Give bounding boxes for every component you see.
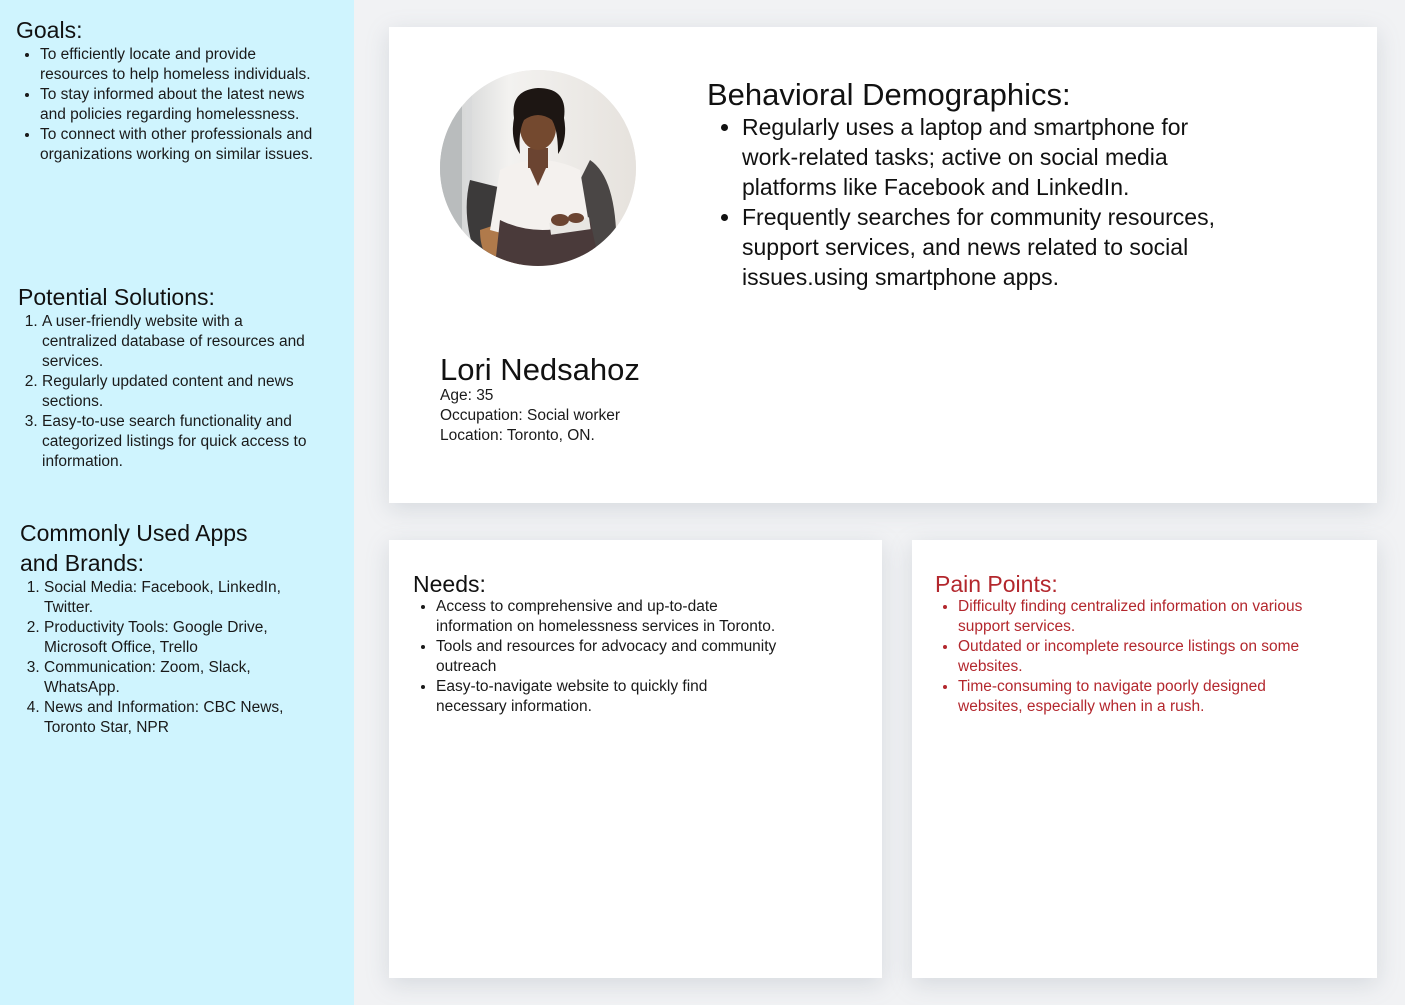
sidebar: Goals: To efficiently locate and provide… (0, 0, 354, 1005)
apps-item: News and Information: CBC News, Toronto … (44, 698, 320, 738)
solutions-item: A user-friendly website with a centraliz… (42, 312, 318, 372)
persona-location: Location: Toronto, ON. (440, 427, 595, 444)
behavioral-item: Regularly uses a laptop and smartphone f… (742, 112, 1242, 202)
goals-list: To efficiently locate and provide resour… (16, 45, 316, 165)
pain-points-list: Difficulty finding centralized informati… (934, 597, 1303, 717)
apps-list: Social Media: Facebook, LinkedIn, Twitte… (20, 578, 320, 738)
apps-item: Communication: Zoom, Slack, WhatsApp. (44, 658, 320, 698)
apps-title: Commonly Used Apps and Brands: (20, 520, 248, 576)
solutions-item: Regularly updated content and news secti… (42, 372, 318, 412)
goals-title: Goals: (16, 17, 83, 43)
goals-item: To stay informed about the latest news a… (40, 85, 316, 125)
solutions-item: Easy-to-use search functionality and cat… (42, 412, 318, 472)
persona-occupation: Occupation: Social worker (440, 407, 621, 424)
pain-points-item: Outdated or incomplete resource listings… (958, 637, 1303, 677)
needs-list: Access to comprehensive and up-to-date i… (412, 597, 781, 717)
solutions-section: Potential Solutions: A user-friendly web… (18, 282, 318, 472)
apps-item: Social Media: Facebook, LinkedIn, Twitte… (44, 578, 320, 618)
behavioral-list: Regularly uses a laptop and smartphone f… (718, 112, 1242, 292)
needs-title: Needs: (413, 571, 486, 597)
apps-item: Productivity Tools: Google Drive, Micros… (44, 618, 320, 658)
persona-age: Age: 35 (440, 387, 494, 404)
persona-photo-icon (440, 70, 636, 266)
goals-section: Goals: To efficiently locate and provide… (16, 15, 316, 165)
persona-avatar (440, 70, 636, 266)
solutions-title: Potential Solutions: (18, 284, 215, 310)
pain-points-title: Pain Points: (935, 571, 1058, 597)
needs-item: Access to comprehensive and up-to-date i… (436, 597, 781, 637)
behavioral-item: Frequently searches for community resour… (742, 202, 1242, 292)
needs-item: Tools and resources for advocacy and com… (436, 637, 781, 677)
solutions-list: A user-friendly website with a centraliz… (18, 312, 318, 472)
behavioral-title: Behavioral Demographics: (707, 77, 1071, 112)
pain-points-item: Difficulty finding centralized informati… (958, 597, 1303, 637)
needs-item: Easy-to-navigate website to quickly find… (436, 677, 781, 717)
persona-name: Lori Nedsahoz (440, 352, 640, 387)
pain-points-item: Time-consuming to navigate poorly design… (958, 677, 1303, 717)
goals-item: To connect with other professionals and … (40, 125, 316, 165)
goals-item: To efficiently locate and provide resour… (40, 45, 316, 85)
apps-section: Commonly Used Apps and Brands: Social Me… (20, 518, 320, 738)
